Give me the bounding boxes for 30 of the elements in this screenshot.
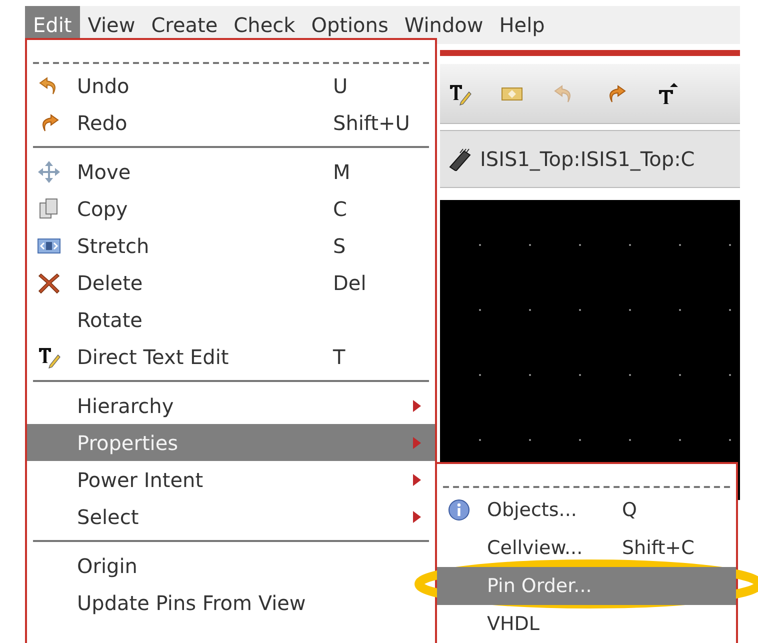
- menu-item[interactable]: Cellview... Shift+C: [437, 529, 736, 567]
- menu-item[interactable]: Redo Shift+U: [27, 104, 435, 141]
- menubar-item[interactable]: View: [80, 6, 144, 44]
- menu-item[interactable]: Copy C: [27, 190, 435, 227]
- info-icon: [447, 498, 471, 522]
- menu-item[interactable]: Origin: [27, 547, 435, 584]
- menubar-item[interactable]: Help: [491, 6, 553, 44]
- menu-item[interactable]: Rotate: [27, 301, 435, 338]
- menu-item[interactable]: VHDL: [437, 605, 736, 643]
- menu-item[interactable]: Select: [27, 498, 435, 535]
- menubar-item[interactable]: Check: [226, 6, 304, 44]
- chip-icon: [448, 147, 472, 171]
- menu-item[interactable]: Update Pins From View: [27, 584, 435, 621]
- menu-item[interactable]: Undo U: [27, 67, 435, 104]
- menu-item[interactable]: Properties: [27, 424, 435, 461]
- menubar-item[interactable]: Options: [303, 6, 396, 44]
- menu-item[interactable]: Power Intent: [27, 461, 435, 498]
- menu-item[interactable]: Hierarchy: [27, 387, 435, 424]
- text-raise-icon: [656, 82, 680, 106]
- menu-item[interactable]: Delete Del: [27, 264, 435, 301]
- cellview-path: ISIS1_Top:ISIS1_Top:C: [480, 146, 695, 173]
- menu-item[interactable]: Objects... Q: [437, 491, 736, 529]
- menu-item[interactable]: Stretch S: [27, 227, 435, 264]
- menubar-item[interactable]: Create: [143, 6, 226, 44]
- delete-x-icon: [37, 270, 61, 294]
- menu-item[interactable]: Direct Text Edit T: [27, 338, 435, 375]
- move-arrows-icon: [37, 160, 61, 184]
- menu-item[interactable]: Pin Order...: [437, 567, 736, 605]
- menubar-item[interactable]: Window: [396, 6, 492, 44]
- menu-item[interactable]: Move M: [27, 153, 435, 190]
